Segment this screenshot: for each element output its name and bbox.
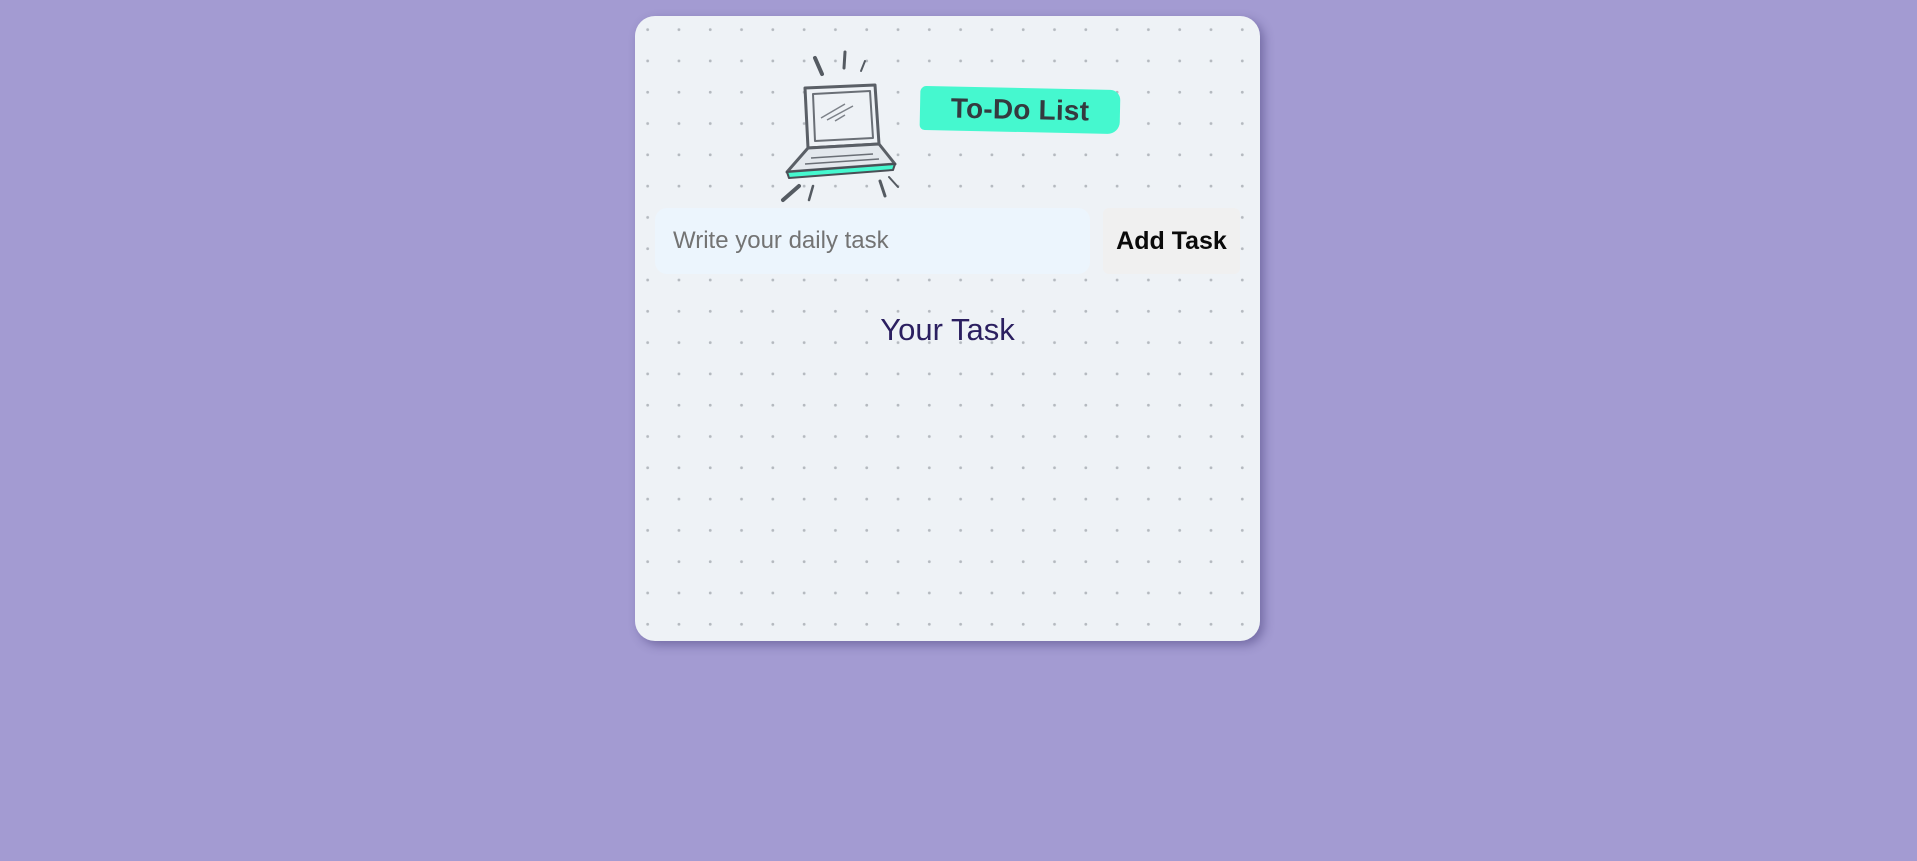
todo-card: To-Do List Add Task Your Task — [635, 16, 1260, 641]
your-task-heading: Your Task — [880, 312, 1015, 347]
laptop-icon — [781, 50, 899, 202]
add-task-button[interactable]: Add Task — [1103, 208, 1240, 274]
task-list — [655, 361, 1240, 621]
app-header: To-Do List — [635, 16, 1260, 202]
task-input[interactable] — [655, 208, 1090, 274]
task-form: Add Task — [655, 208, 1240, 274]
app-title: To-Do List — [950, 92, 1090, 127]
title-highlight: To-Do List — [919, 85, 1121, 135]
